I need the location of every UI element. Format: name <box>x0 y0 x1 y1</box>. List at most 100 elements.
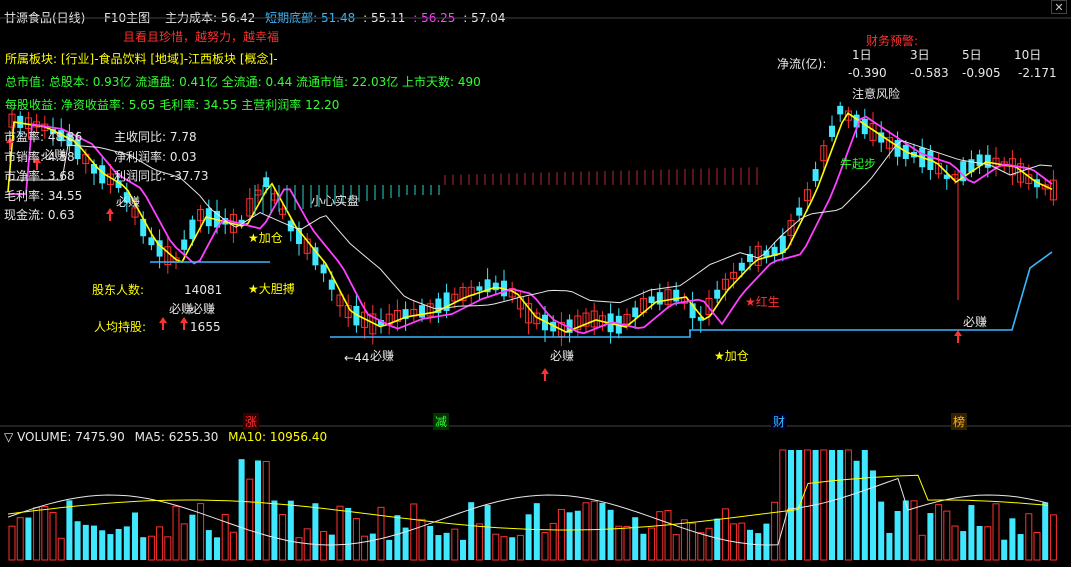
volume-bar <box>295 537 303 561</box>
candle-body <box>829 125 835 137</box>
candle-body <box>656 292 663 305</box>
candle-body <box>492 282 499 291</box>
volume-bar <box>1017 534 1024 560</box>
volume-bar <box>25 517 32 560</box>
volume-bar <box>829 450 835 560</box>
candle-body <box>189 219 196 239</box>
volume-bar <box>229 531 237 561</box>
stat-cash: 现金流: 0.63 <box>4 208 75 222</box>
volume-bar <box>648 527 656 561</box>
volume-bar <box>91 525 97 560</box>
volume-bar <box>820 449 828 561</box>
volume-bar <box>336 505 344 561</box>
volume-header: ▽ VOLUME: 7475.90 MA5: 6255.30 MA10: 109… <box>4 430 328 444</box>
volume-bar <box>262 461 270 561</box>
volume-bar <box>721 508 729 561</box>
volume-bar <box>615 525 623 561</box>
netflow-values: -0.390 -0.583 -0.905 -2.171 <box>848 66 1057 80</box>
news-mark-2[interactable]: 减 <box>433 413 450 430</box>
netflow-label: 净流(亿): <box>777 57 827 71</box>
volume-bar <box>738 522 746 561</box>
volume-bar <box>590 500 598 561</box>
volume-bar <box>172 505 180 561</box>
stat-profit-yoy: 利润同比: -37.73 <box>114 169 209 183</box>
annotation-bizhuan-1: 必赚 <box>116 195 141 209</box>
stat-revenue-yoy: 主收同比: 7.78 <box>114 130 197 144</box>
holders-count: 股东人数: 14081 <box>92 283 223 297</box>
volume-bar <box>672 534 680 561</box>
volume-bar <box>99 530 106 560</box>
annotation-bizhuan-6: 必赚 <box>963 315 988 329</box>
annotation-bizhuan-7: 必赚 <box>42 148 67 162</box>
volume-bar <box>582 502 590 561</box>
volume-bar <box>115 528 122 560</box>
volume-bar <box>287 500 294 560</box>
volume-bar <box>861 450 868 560</box>
stat-pe: 市盈率: 48.86 <box>4 130 83 144</box>
candle-body <box>632 307 639 318</box>
volume-bar <box>320 531 328 561</box>
volume-bar <box>623 525 631 561</box>
stat-gross: 毛利率: 34.55 <box>4 188 83 203</box>
volume-bar <box>910 500 918 561</box>
volume-bar <box>796 450 803 560</box>
volume-bar <box>599 502 606 560</box>
buy-arrow-icon <box>106 208 114 221</box>
volume-bar <box>853 460 860 560</box>
volume-bar <box>214 537 220 560</box>
candle-body <box>263 177 270 188</box>
annotation-jiacang-2: ★加仓 <box>714 349 749 363</box>
volume-bar <box>951 525 959 561</box>
volume-bar <box>516 534 524 561</box>
volume-bar <box>870 470 876 560</box>
volume-bar <box>935 504 943 561</box>
volume-bar <box>886 532 893 560</box>
volume-bar <box>246 478 254 561</box>
volume-bar <box>689 522 697 561</box>
annotation-bizhuan-2: 必赚 <box>169 302 194 316</box>
annotation-low-price: ←44 <box>344 351 370 365</box>
news-mark-3[interactable]: 财 <box>771 413 788 430</box>
candle-body <box>181 239 188 250</box>
volume-bar <box>82 524 89 560</box>
volume-bar <box>894 510 901 560</box>
volume-bar <box>803 449 811 561</box>
volume-bar <box>312 503 319 560</box>
volume-bar <box>705 527 713 561</box>
candle-body <box>714 289 721 299</box>
volume-bar <box>303 528 311 561</box>
volume-bar <box>328 534 335 560</box>
volume-bar <box>844 449 852 561</box>
candle-body <box>812 169 819 182</box>
volume-bar <box>255 460 261 560</box>
volume-bar <box>147 535 155 561</box>
candle-body <box>648 296 655 303</box>
volume-bar <box>779 449 787 561</box>
volume-bar <box>140 537 147 560</box>
volume-bar <box>49 512 57 561</box>
volume-bar <box>16 517 24 561</box>
volume-bar <box>484 505 491 560</box>
volume-bar <box>460 539 466 560</box>
volume-bar <box>435 535 442 560</box>
volume-bar <box>132 512 138 560</box>
candle-body <box>328 279 335 290</box>
volume-bar <box>386 539 393 560</box>
volume-bar <box>557 508 565 561</box>
volume-bar <box>451 528 459 561</box>
volume-bar <box>1033 532 1041 561</box>
volume-bar <box>74 521 81 560</box>
volume-bar <box>1042 502 1049 560</box>
volume-bar <box>107 534 114 560</box>
volume-bar <box>410 503 418 561</box>
annotation-xiaoxin: 小心实盘 <box>311 194 360 208</box>
candle-body <box>148 237 155 246</box>
volume-bar <box>475 523 483 561</box>
volume-bar <box>156 526 164 561</box>
volume-bar <box>878 501 885 560</box>
volume-bar <box>345 507 352 560</box>
collapse-icon[interactable]: ▽ <box>4 430 13 444</box>
news-mark-4[interactable]: 榜 <box>951 413 968 430</box>
volume-bar <box>640 533 647 560</box>
news-mark-1[interactable]: 涨 <box>243 413 260 430</box>
